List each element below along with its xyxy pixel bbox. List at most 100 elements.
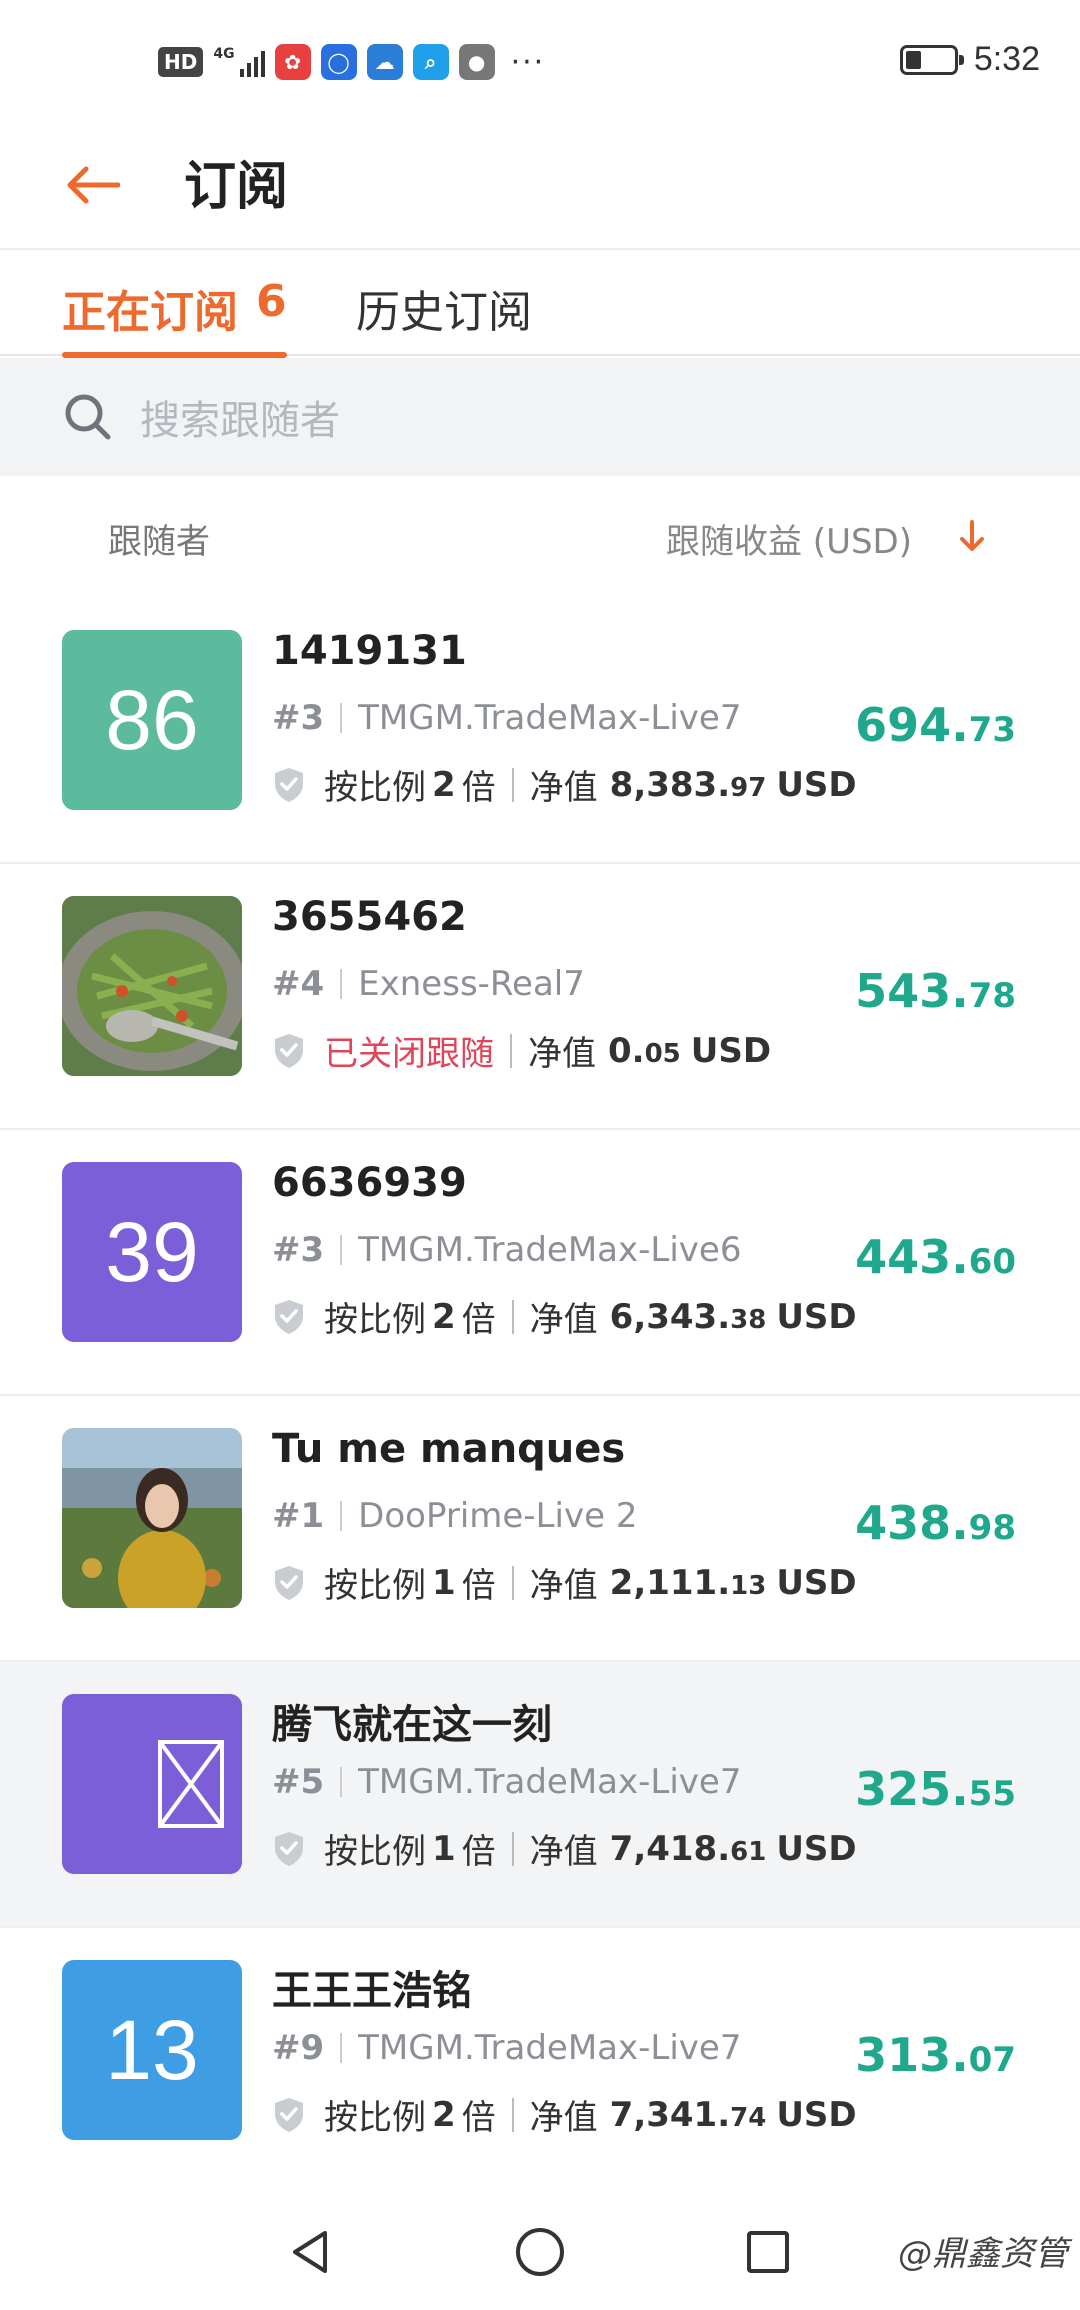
divider <box>340 1235 343 1265</box>
follower-name: 6636939 <box>272 1160 467 1206</box>
follower-rank: #5 <box>272 1762 325 1802</box>
follower-meta: #5 TMGM.TradeMax-Live7 <box>272 1762 741 1802</box>
avatar-number: 13 <box>105 2002 199 2097</box>
shield-icon <box>275 767 303 802</box>
nav-back-button[interactable] <box>270 2212 350 2292</box>
closed-status: 已关闭跟随 <box>324 1034 494 1074</box>
follower-meta: #9 TMGM.TradeMax-Live7 <box>272 2028 741 2068</box>
follower-profit: 443.60 <box>855 1230 1016 1284</box>
avatar: 13 <box>62 1960 242 2140</box>
follower-meta: #4 Exness-Real7 <box>272 964 585 1004</box>
page-title: 订阅 <box>184 157 289 217</box>
follower-profit: 543.78 <box>855 964 1016 1018</box>
avatar-number: 86 <box>105 672 199 767</box>
follower-meta: #3 TMGM.TradeMax-Live7 <box>272 698 741 738</box>
divider <box>340 703 343 733</box>
ratio-prefix: 按比例 <box>324 768 426 808</box>
avatar: 86 <box>62 630 242 810</box>
back-button[interactable] <box>64 140 154 230</box>
follower-meta: #3 TMGM.TradeMax-Live6 <box>272 1230 741 1270</box>
tab-count-badge: 6 <box>256 276 287 327</box>
nav-recents-button[interactable] <box>728 2212 808 2292</box>
equity-currency: USD <box>776 1828 857 1869</box>
more-notifications-icon: ··· <box>510 44 546 80</box>
app-header: 订阅 <box>0 100 1080 250</box>
follower-name: Tu me manques <box>272 1426 626 1472</box>
equity-label: 净值 <box>529 1300 598 1340</box>
follower-name: 3655462 <box>272 894 467 940</box>
follower-row[interactable]: 13 王王王浩铭 #9 TMGM.TradeMax-Live7 按比例 2 倍净值 7,341… <box>0 1928 1080 2194</box>
divider <box>340 2033 343 2063</box>
clock: 5:32 <box>973 40 1040 78</box>
sort-desc-icon[interactable] <box>952 516 992 556</box>
equity-label: 净值 <box>528 1034 596 1074</box>
equity-value: 7,418.61 <box>609 1828 767 1869</box>
follower-profit: 313.07 <box>855 2028 1016 2082</box>
divider <box>340 1501 343 1531</box>
ball-app-icon: ● <box>458 44 495 80</box>
follower-profit: 325.55 <box>855 1762 1016 1816</box>
ratio-prefix: 按比例 <box>324 2098 426 2138</box>
shield-icon <box>275 1831 303 1866</box>
signal-icon: 4G <box>213 46 265 77</box>
ratio-value: 2 <box>432 2094 456 2135</box>
search-input[interactable]: 搜索跟随者 <box>0 358 1080 476</box>
follower-rank: #4 <box>272 964 325 1004</box>
equity-value: 6,343.38 <box>609 1296 767 1337</box>
person-photo-icon <box>62 1428 242 1608</box>
follower-name: 王王王浩铭 <box>272 1968 472 2014</box>
network-type: 4G <box>213 46 235 62</box>
follower-server: TMGM.TradeMax-Live7 <box>358 1762 742 1802</box>
follower-info: 按比例 1 倍净值 2,111.13 USD <box>272 1558 857 1607</box>
equity-value: 8,383.97 <box>609 764 767 805</box>
tab-active-subscriptions[interactable]: 正在订阅 6 <box>62 262 287 358</box>
follower-server: DooPrime-Live 2 <box>358 1496 638 1536</box>
ratio-value: 2 <box>432 764 456 805</box>
divider <box>511 1565 514 1600</box>
divider <box>511 767 514 802</box>
list-header: 跟随者 跟随收益 (USD) <box>0 476 1080 596</box>
equity-currency: USD <box>776 1296 857 1337</box>
column-profit[interactable]: 跟随收益 (USD) <box>666 514 912 563</box>
status-icons: HD 4G ✿ ◯ ☁ ⌕ ● ··· <box>158 44 545 80</box>
arrow-left-icon <box>67 166 120 204</box>
tab-history-subscriptions[interactable]: 历史订阅 <box>356 262 532 356</box>
follower-row[interactable]: Tu me manques #1 DooPrime-Live 2 按比例 1 倍净值 2,1… <box>0 1396 1080 1662</box>
equity-label: 净值 <box>529 1832 598 1872</box>
divider <box>510 1033 512 1068</box>
follower-row[interactable]: 39 6636939 #3 TMGM.TradeMax-Live6 按比例 2 倍净值 6,3… <box>0 1130 1080 1396</box>
follower-row[interactable]: 腾飞就在这一刻 #5 TMGM.TradeMax-Live7 按比例 1 倍净值 7,418… <box>0 1662 1080 1928</box>
food-photo-icon <box>62 896 242 1076</box>
ratio-suffix: 倍 <box>461 1300 496 1340</box>
follower-rank: #9 <box>272 2028 325 2068</box>
follower-info: 已关闭跟随 净值 0.05 USD <box>272 1026 771 1075</box>
tab-label: 正在订阅 <box>62 287 238 338</box>
divider <box>511 1831 514 1866</box>
weather-app-icon: ☁ <box>366 44 403 80</box>
follower-meta: #1 DooPrime-Live 2 <box>272 1496 637 1536</box>
follower-server: Exness-Real7 <box>358 964 585 1004</box>
column-follower: 跟随者 <box>108 522 210 562</box>
tab-bar: 正在订阅 6 历史订阅 <box>0 252 1080 358</box>
ratio-value: 1 <box>432 1562 456 1603</box>
follower-rank: #1 <box>272 1496 325 1536</box>
nav-home-button[interactable] <box>500 2212 580 2292</box>
follower-row[interactable]: 3655462 #4 Exness-Real7 已关闭跟随 净值 0.05 USD 543.7… <box>0 864 1080 1130</box>
avatar <box>62 896 242 1076</box>
avatar <box>62 1694 242 1874</box>
tab-label: 历史订阅 <box>356 287 532 338</box>
hd-indicator: HD <box>158 47 204 77</box>
ratio-suffix: 倍 <box>461 1566 496 1606</box>
equity-label: 净值 <box>529 1566 598 1606</box>
follower-row[interactable]: 86 1419131 #3 TMGM.TradeMax-Live7 按比例 2 倍净值 8,3… <box>0 598 1080 864</box>
equity-currency: USD <box>776 1562 857 1603</box>
follower-info: 按比例 2 倍净值 8,383.97 USD <box>272 760 857 809</box>
search-app-icon: ⌕ <box>412 44 449 80</box>
divider <box>511 2097 514 2132</box>
equity-label: 净值 <box>529 768 598 808</box>
follower-name: 1419131 <box>272 628 467 674</box>
system-nav-bar: @鼎鑫资管 <box>0 2190 1080 2310</box>
search-placeholder: 搜索跟随者 <box>140 398 340 444</box>
follower-name: 腾飞就在这一刻 <box>272 1702 552 1748</box>
avatar <box>62 1428 242 1608</box>
